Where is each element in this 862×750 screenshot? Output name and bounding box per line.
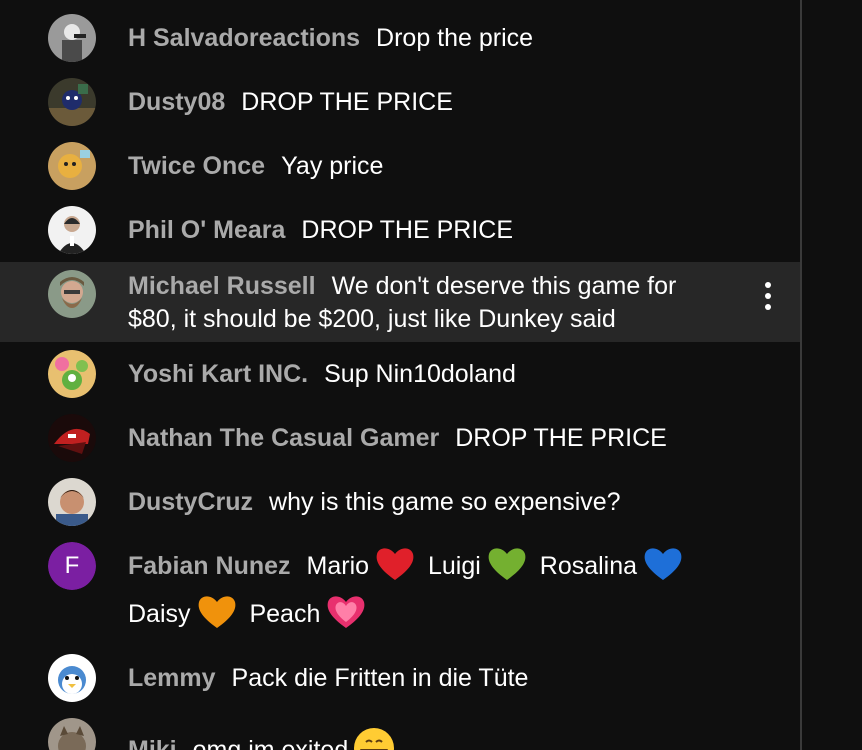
message-text: Yay price — [281, 152, 384, 180]
avatar[interactable] — [48, 350, 96, 398]
avatar-letter: F — [48, 542, 96, 590]
author-name[interactable]: Nathan The Casual Gamer — [128, 424, 439, 452]
red-heart-icon — [373, 542, 417, 586]
orange-heart-icon — [195, 590, 239, 634]
message-text: Mario — [306, 552, 370, 580]
chat-message: F Fabian Nunez Mario Luigi Rosalina Daisy… — [0, 534, 800, 644]
chat-message: Phil O' Meara DROP THE PRICE — [0, 198, 800, 262]
message-text: Rosalina — [539, 552, 638, 580]
avatar[interactable] — [48, 142, 96, 190]
message-text: Peach — [249, 600, 321, 628]
author-name[interactable]: Twice Once — [128, 152, 265, 180]
author-name[interactable]: DustyCruz — [128, 488, 253, 516]
avatar[interactable] — [48, 78, 96, 126]
chat-message: Dusty08 DROP THE PRICE — [0, 70, 800, 134]
grinning-face-icon — [352, 726, 396, 750]
message-text: omg im exited — [192, 736, 349, 750]
message-text: DROP THE PRICE — [301, 216, 514, 244]
author-name[interactable]: Michael Russell — [128, 272, 316, 300]
avatar[interactable] — [48, 478, 96, 526]
live-chat-panel: H Salvadoreactions Drop the price Dusty08… — [0, 0, 800, 750]
message-text: DROP THE PRICE — [455, 424, 667, 452]
author-name[interactable]: Phil O' Meara — [128, 216, 285, 244]
author-name[interactable]: Miki — [128, 736, 177, 750]
chat-message: Nathan The Casual Gamer DROP THE PRICE — [0, 406, 800, 470]
green-heart-icon — [485, 542, 529, 586]
message-text: DROP THE PRICE — [241, 88, 453, 116]
blue-heart-icon — [641, 542, 685, 586]
message-text: why is this game so expensive? — [269, 488, 621, 516]
message-text: Pack die Fritten in die Tüte — [231, 664, 529, 692]
avatar[interactable] — [48, 14, 96, 62]
chat-message: Miki omg im exited — [0, 710, 800, 750]
avatar[interactable] — [48, 206, 96, 254]
message-text: Daisy — [128, 600, 191, 628]
message-text: Sup Nin10doland — [324, 360, 516, 388]
chat-message: Yoshi Kart INC. Sup Nin10doland — [0, 342, 800, 406]
avatar[interactable] — [48, 414, 96, 462]
avatar[interactable] — [48, 654, 96, 702]
message-text: Drop the price — [376, 24, 534, 52]
author-name[interactable]: Lemmy — [128, 664, 216, 692]
avatar[interactable]: F — [48, 542, 96, 590]
author-name[interactable]: Fabian Nunez — [128, 552, 291, 580]
chat-message: H Salvadoreactions Drop the price — [0, 6, 800, 70]
more-options-button[interactable] — [760, 278, 776, 314]
chat-message: Twice Once Yay price — [0, 134, 800, 198]
side-area — [802, 0, 862, 750]
pink-heart-icon — [324, 590, 368, 634]
author-name[interactable]: Dusty08 — [128, 88, 225, 116]
chat-message: Lemmy Pack die Fritten in die Tüte — [0, 646, 800, 710]
message-text: Luigi — [427, 552, 481, 580]
chat-message-highlighted[interactable]: Michael Russell We don't deserve this gam… — [0, 262, 800, 342]
avatar[interactable] — [48, 270, 96, 318]
avatar[interactable] — [48, 718, 96, 750]
author-name[interactable]: Yoshi Kart INC. — [128, 360, 308, 388]
author-name[interactable]: H Salvadoreactions — [128, 24, 360, 52]
chat-message: DustyCruz why is this game so expensive? — [0, 470, 800, 534]
